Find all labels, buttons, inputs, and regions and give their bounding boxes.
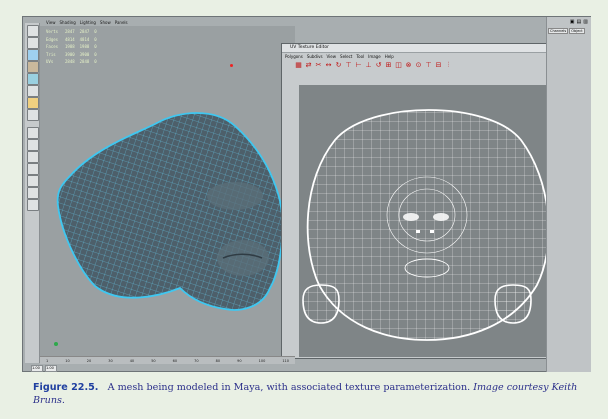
uv-grid-icon[interactable]: ▦ — [294, 61, 303, 70]
lasso-tool-icon[interactable] — [27, 37, 39, 49]
brow-region — [207, 182, 263, 210]
manipulator-icon[interactable] — [27, 97, 39, 109]
menu-lighting[interactable]: Lighting — [80, 20, 96, 25]
channel-box: ▣ ▤ ▥ Channels Object — [546, 17, 591, 372]
uv-eye-left — [403, 213, 419, 221]
figure-caption: Figure 22.5. A mesh being modeled in May… — [33, 382, 593, 407]
uv-snap-icon[interactable]: ⊥ — [364, 61, 373, 70]
uv-nostril-right — [430, 230, 434, 233]
figure-number: Figure 22.5. — [33, 382, 99, 393]
uv-stack-icon[interactable]: ⊟ — [434, 61, 443, 70]
uv-rotate-ccw-icon[interactable]: ↺ — [374, 61, 383, 70]
uv-toolbar: ▦ ⇄ ✂ ↔ ↻ ⊤ ⊢ ⊥ ↺ ⊞ ◫ ⊗ ⊙ ⊤ ⊟ ⫶ — [282, 60, 576, 84]
time-tick: 40 — [129, 359, 135, 363]
uv-move-icon[interactable]: ⇄ — [304, 61, 313, 70]
time-tick: 10 — [65, 359, 70, 363]
attribute-editor-icon[interactable]: ▤ — [577, 19, 582, 25]
uv-eye-right — [433, 213, 449, 221]
uv-layout — [302, 109, 550, 341]
last-tool-icon[interactable] — [27, 109, 39, 121]
layout-single-icon[interactable] — [27, 127, 39, 139]
time-tick: 80 — [215, 359, 221, 363]
range-slider: 1.00 1.00 — [31, 365, 57, 372]
uv-align-icon[interactable]: ⊢ — [354, 61, 363, 70]
layout-four-icon[interactable] — [27, 139, 39, 151]
axis-indicator-icon — [54, 342, 58, 346]
uv-rotate-icon[interactable]: ↻ — [334, 61, 343, 70]
layout-icon[interactable]: ▣ — [570, 19, 575, 25]
time-slider[interactable]: 1 10 20 30 40 50 60 70 80 90 100 110 — [40, 356, 295, 364]
uv-layout-icon[interactable]: ⊞ — [384, 61, 393, 70]
uv-isolate-icon[interactable]: ⊗ — [404, 61, 413, 70]
uv-ear-shell-left — [302, 284, 340, 324]
tab-object[interactable]: Object — [569, 28, 585, 34]
uv-menu-image[interactable]: Image — [368, 53, 381, 60]
uv-editor-title: UV Texture Editor — [282, 44, 576, 53]
menu-panels[interactable]: Panels — [115, 20, 128, 25]
select-tool-icon[interactable] — [27, 25, 39, 37]
uv-menu-tool[interactable]: Tool — [356, 53, 364, 60]
uv-pin-icon[interactable]: ⫶ — [444, 61, 453, 70]
viewport-menu: View Shading Lighting Show Panels — [46, 19, 128, 26]
move-tool-icon[interactable] — [27, 61, 39, 73]
uv-menu-help[interactable]: Help — [385, 53, 394, 60]
uv-canvas[interactable] — [299, 85, 555, 357]
layout-split-icon[interactable] — [27, 151, 39, 163]
uv-menu-polygons[interactable]: Polygons — [285, 53, 303, 60]
uv-editor-menu: Polygons Subdivs View Select Tool Image … — [282, 53, 576, 60]
time-tick: 1 — [46, 359, 49, 363]
time-tick: 100 — [258, 359, 266, 363]
uv-nostril-left — [416, 230, 420, 233]
time-tick: 70 — [194, 359, 199, 363]
paint-select-icon[interactable] — [27, 49, 39, 61]
maya-window: View Shading Lighting Show Panels Verts 2… — [22, 16, 591, 372]
rotate-tool-icon[interactable] — [27, 73, 39, 85]
layout-outliner-icon[interactable] — [27, 163, 39, 175]
caption-text: A mesh being modeled in Maya, with assoc… — [107, 382, 471, 393]
time-tick: 50 — [151, 359, 156, 363]
tab-channels[interactable]: Channels — [548, 28, 569, 34]
uv-texture-editor-window[interactable]: UV Texture Editor Polygons Subdivs View … — [281, 43, 577, 359]
window-buttons: ▣ ▤ ▥ — [547, 17, 591, 25]
tool-shelf — [25, 23, 40, 363]
scale-tool-icon[interactable] — [27, 85, 39, 97]
menu-view[interactable]: View — [46, 20, 56, 25]
perspective-viewport[interactable]: Verts 2847 2847 0 Edges 4814 4814 0 Faces 1988 1… — [40, 26, 295, 356]
uv-sew-icon[interactable]: ↔ — [324, 61, 333, 70]
uv-menu-subdivs[interactable]: Subdivs — [307, 53, 323, 60]
menu-show[interactable]: Show — [100, 20, 111, 25]
layout-hypershade-icon[interactable] — [27, 187, 39, 199]
time-tick: 110 — [282, 359, 289, 363]
uv-menu-select[interactable]: Select — [340, 53, 352, 60]
uv-flip-icon[interactable]: ⊤ — [344, 61, 353, 70]
uv-menu-view[interactable]: View — [327, 53, 337, 60]
channel-box-icon[interactable]: ▥ — [583, 19, 588, 25]
channel-tabs: Channels Object — [547, 25, 591, 34]
uv-texture-icon[interactable]: ◫ — [394, 61, 403, 70]
menu-shading[interactable]: Shading — [60, 20, 76, 25]
layout-graph-icon[interactable] — [27, 175, 39, 187]
uv-straighten-icon[interactable]: ⊤ — [424, 61, 433, 70]
layout-custom-icon[interactable] — [27, 199, 39, 211]
uv-cut-icon[interactable]: ✂ — [314, 61, 323, 70]
time-tick: 20 — [86, 359, 92, 363]
uv-ear-shell-right — [494, 284, 532, 324]
end-time-field[interactable]: 1.00 — [45, 365, 57, 372]
uv-unfold-icon[interactable]: ⊙ — [414, 61, 423, 70]
time-tick: 30 — [108, 359, 113, 363]
time-tick: 60 — [172, 359, 178, 363]
head-mesh-render[interactable] — [40, 26, 295, 356]
start-time-field[interactable]: 1.00 — [31, 365, 43, 372]
time-tick: 90 — [237, 359, 242, 363]
